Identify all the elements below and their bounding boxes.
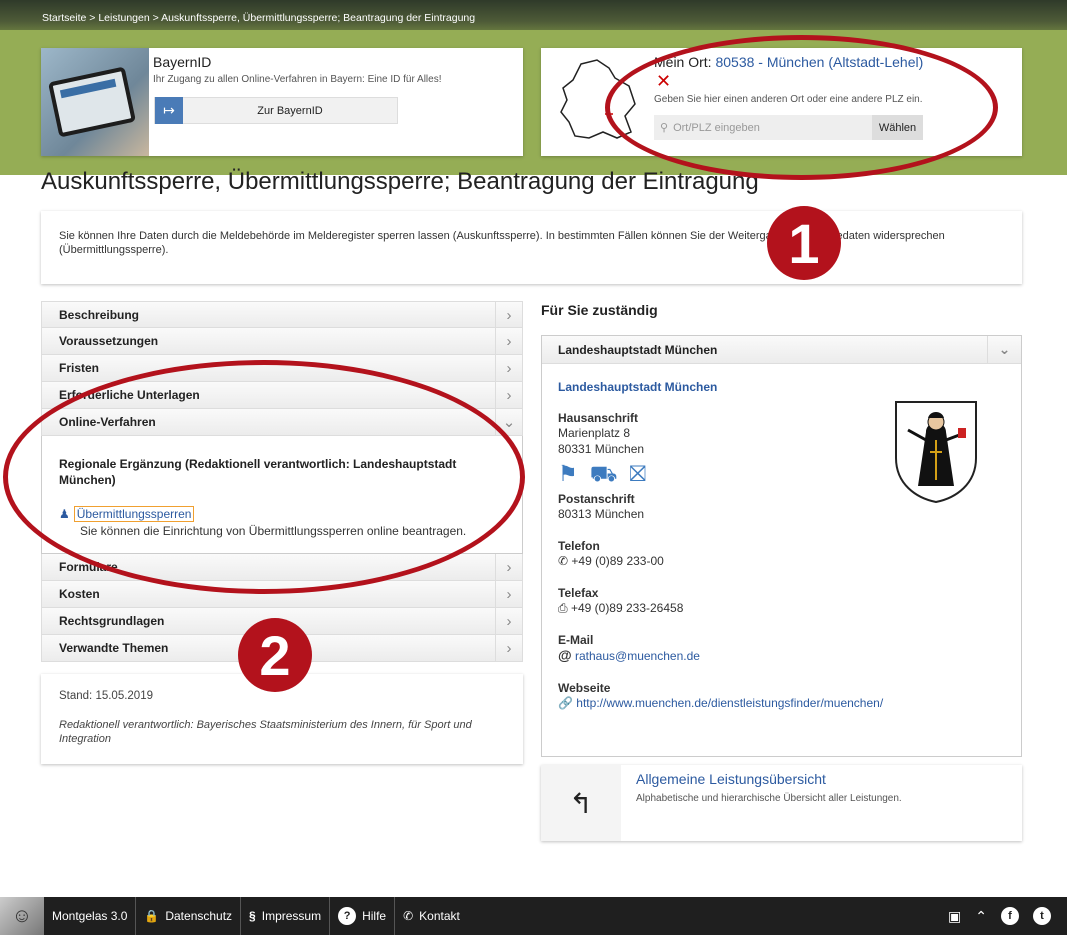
footer-bar: ☺ Montgelas 3.0 🔒 Datenschutz § Impressum … bbox=[0, 897, 1067, 935]
zustaendig-heading: Für Sie zuständig bbox=[541, 302, 658, 318]
at-icon: @ bbox=[558, 647, 572, 663]
bayernid-card: BayernID Ihr Zugang zu allen Online-Verf… bbox=[41, 48, 523, 156]
montgelas-portrait: ☺ bbox=[0, 897, 44, 935]
intro-text: Sie können Ihre Daten durch die Meldebeh… bbox=[41, 211, 1022, 284]
telefon-label: Telefon bbox=[558, 539, 600, 553]
phone-at-icon: ✆ bbox=[403, 909, 414, 923]
bayernid-title: BayernID bbox=[153, 54, 212, 70]
bayernid-photo bbox=[41, 48, 149, 156]
telefax-value: +49 (0)89 233-26458 bbox=[570, 601, 684, 615]
webseite-link[interactable]: http://www.muenchen.de/dienstleistungsfi… bbox=[576, 696, 883, 710]
footer-datenschutz[interactable]: 🔒 Datenschutz bbox=[136, 897, 242, 935]
bayernid-subtitle: Ihr Zugang zu allen Online-Verfahren in … bbox=[153, 74, 442, 85]
webseite-label: Webseite bbox=[558, 681, 611, 695]
bayernid-button-label: Zur BayernID bbox=[257, 104, 323, 117]
chevron-right-icon: › bbox=[495, 328, 522, 354]
chevron-right-icon: › bbox=[495, 355, 522, 381]
footer-hilfe[interactable]: ? Hilfe bbox=[330, 897, 396, 935]
return-arrow-icon: ↰ bbox=[541, 765, 621, 841]
chevron-right-icon: › bbox=[495, 608, 522, 634]
breadcrumb[interactable]: Startseite > Leistungen > Auskunftssperr… bbox=[42, 12, 475, 24]
stand-date: Stand: 15.05.2019 bbox=[59, 690, 153, 702]
email-link[interactable]: rathaus@muenchen.de bbox=[575, 649, 700, 663]
bayernid-button[interactable]: ↦ Zur BayernID bbox=[154, 97, 398, 124]
telefax-label: Telefax bbox=[558, 586, 599, 600]
car-icon[interactable]: ⛟ bbox=[590, 461, 618, 490]
train-icon[interactable]: ⛝ bbox=[629, 461, 646, 490]
authority-name[interactable]: Landeshauptstadt München bbox=[558, 380, 1005, 394]
fax-icon: ⎙ bbox=[558, 601, 568, 615]
postanschrift-city: 80313 München bbox=[558, 507, 645, 521]
scroll-top-icon[interactable]: ⌃ bbox=[975, 908, 987, 925]
leistungsuebersicht-title[interactable]: Allgemeine Leistungsübersicht bbox=[636, 771, 826, 787]
email-label: E-Mail bbox=[558, 633, 594, 647]
page-title: Auskunftssperre, Übermittlungssperre; Be… bbox=[41, 168, 759, 195]
bavaria-map-icon[interactable]: ⚑ bbox=[558, 461, 578, 490]
footer-impressum[interactable]: § Impressum bbox=[241, 897, 331, 935]
acc-voraussetzungen[interactable]: Voraussetzungen › bbox=[41, 328, 523, 355]
link-icon: 🔗 bbox=[558, 696, 573, 710]
annotation-ellipse-2 bbox=[3, 360, 525, 594]
expand-icon[interactable]: ▣ bbox=[948, 908, 961, 925]
munich-coat-of-arms-icon bbox=[895, 401, 977, 504]
chevron-right-icon: › bbox=[495, 581, 522, 607]
authority-panel: Landeshauptstadt München ⌄ Landeshauptsta… bbox=[541, 335, 1022, 757]
chevron-right-icon: › bbox=[495, 302, 522, 328]
facebook-icon[interactable]: f bbox=[1001, 907, 1019, 925]
twitter-icon[interactable]: t bbox=[1033, 907, 1051, 925]
annotation-ellipse-1 bbox=[605, 35, 998, 180]
leistungsuebersicht-card[interactable]: ↰ Allgemeine Leistungsübersicht Alphabet… bbox=[541, 765, 1022, 841]
annotation-number-1: 1 bbox=[767, 206, 841, 280]
footer-kontakt[interactable]: ✆ Kontakt bbox=[395, 897, 468, 935]
annotation-number-2: 2 bbox=[238, 618, 312, 692]
chevron-down-icon: ⌄ bbox=[987, 336, 1021, 363]
paragraph-icon: § bbox=[249, 909, 256, 923]
stand-responsible: Redaktionell verantwortlich: Bayerisches… bbox=[59, 719, 472, 745]
authority-panel-header[interactable]: Landeshauptstadt München ⌄ bbox=[542, 336, 1021, 364]
phone-icon: ✆ bbox=[558, 554, 569, 568]
lock-icon: 🔒 bbox=[144, 909, 160, 923]
leistungsuebersicht-subtitle: Alphabetische und hierarchische Übersich… bbox=[636, 793, 902, 804]
chevron-right-icon: › bbox=[495, 382, 522, 408]
help-icon: ? bbox=[338, 907, 357, 925]
chevron-right-icon: › bbox=[495, 554, 522, 580]
telefon-value: +49 (0)89 233-00 bbox=[571, 554, 664, 568]
footer-brand[interactable]: Montgelas 3.0 bbox=[44, 897, 137, 935]
login-arrow-icon: ↦ bbox=[155, 97, 183, 124]
acc-beschreibung[interactable]: Beschreibung › bbox=[41, 301, 523, 328]
chevron-right-icon: › bbox=[495, 635, 522, 661]
